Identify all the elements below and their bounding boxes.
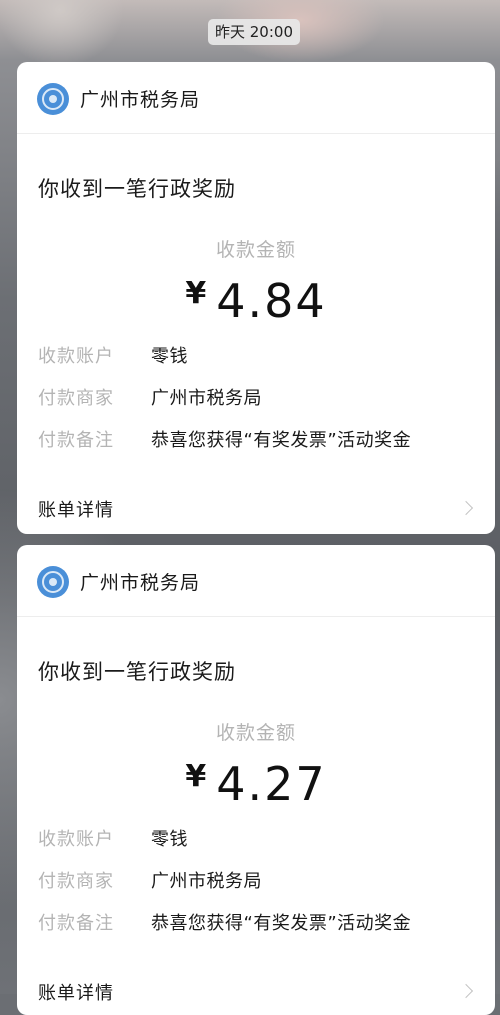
detail-label: 收款账户: [38, 346, 114, 367]
notification-headline: 你收到一笔行政奖励: [38, 660, 236, 684]
header-divider: [17, 133, 495, 134]
amount-label: 收款金额: [215, 239, 296, 261]
card-header[interactable]: 广州市税务局: [17, 545, 495, 615]
detail-row-merchant: 付款商家 广州市税务局: [38, 867, 475, 895]
amount-value: 4.27: [216, 757, 327, 811]
payment-notification-card[interactable]: 广州市税务局 你收到一笔行政奖励 收款金额 ¥4.27 收款账户 零钱 付款商家…: [17, 545, 495, 1015]
detail-label: 付款备注: [38, 430, 114, 451]
detail-label: 付款备注: [38, 913, 114, 934]
detail-row-account: 收款账户 零钱: [38, 342, 475, 370]
detail-row-account: 收款账户 零钱: [38, 825, 475, 853]
detail-value: 广州市税务局: [151, 871, 262, 892]
bill-details-link[interactable]: 账单详情: [17, 482, 495, 534]
chevron-right-icon: [458, 983, 474, 999]
detail-label: 付款商家: [38, 388, 114, 409]
tax-bureau-logo-icon: [37, 83, 69, 115]
bill-details-label: 账单详情: [38, 500, 114, 521]
detail-value: 恭喜您获得“有奖发票”活动奖金: [151, 913, 412, 934]
message-timestamp: 昨天 20:00: [208, 19, 300, 45]
currency-symbol: ¥: [185, 759, 207, 794]
detail-row-remark: 付款备注 恭喜您获得“有奖发票”活动奖金: [38, 909, 475, 937]
sender-name: 广州市税务局: [80, 89, 201, 111]
card-header[interactable]: 广州市税务局: [17, 62, 495, 132]
tax-bureau-logo-icon: [37, 566, 69, 598]
bill-details-link[interactable]: 账单详情: [17, 965, 495, 1015]
detail-label: 付款商家: [38, 871, 114, 892]
sender-name: 广州市税务局: [80, 572, 201, 594]
bill-details-label: 账单详情: [38, 983, 114, 1004]
notification-headline: 你收到一笔行政奖励: [38, 177, 236, 201]
amount-label: 收款金额: [215, 722, 296, 744]
amount-display: ¥4.84: [17, 274, 495, 328]
chevron-right-icon: [458, 500, 474, 516]
header-divider: [17, 616, 495, 617]
currency-symbol: ¥: [185, 276, 207, 311]
detail-label: 收款账户: [38, 829, 114, 850]
detail-row-merchant: 付款商家 广州市税务局: [38, 384, 475, 412]
amount-display: ¥4.27: [17, 757, 495, 811]
detail-value: 广州市税务局: [151, 388, 262, 409]
payment-notification-card[interactable]: 广州市税务局 你收到一笔行政奖励 收款金额 ¥4.84 收款账户 零钱 付款商家…: [17, 62, 495, 534]
detail-row-remark: 付款备注 恭喜您获得“有奖发票”活动奖金: [38, 426, 475, 454]
detail-value: 零钱: [151, 829, 188, 850]
amount-value: 4.84: [216, 274, 327, 328]
detail-value: 零钱: [151, 346, 188, 367]
detail-value: 恭喜您获得“有奖发票”活动奖金: [151, 430, 412, 451]
